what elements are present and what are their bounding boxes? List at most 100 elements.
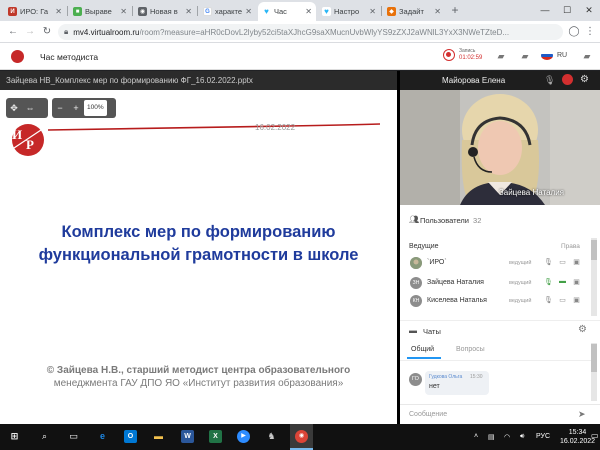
menu-icon[interactable]: ⋮ (583, 25, 597, 39)
slide-title: Комплекс мер по формированию функциональ… (0, 221, 397, 267)
new-tab-button[interactable]: + (448, 3, 462, 17)
tab-close-icon[interactable]: ✕ (434, 7, 441, 16)
message-author[interactable]: Гудкова Ольга (429, 374, 462, 380)
profile-icon[interactable]: ◯ (567, 25, 581, 39)
record-icon[interactable] (443, 49, 455, 61)
language-selector[interactable]: RU (557, 52, 567, 59)
maximize-button[interactable]: ☐ (556, 0, 578, 21)
tab-favicon-icon: ◉ (138, 7, 147, 16)
app-icon[interactable]: ♞ (265, 430, 278, 443)
settings-icon[interactable]: ⚙ (580, 74, 589, 85)
input-language[interactable]: РУС (536, 433, 550, 440)
participant-row[interactable]: КН Киселева Наталья ведущий 🎙︎ ▭ ▣ (400, 294, 595, 310)
participant-row[interactable]: ЗН Зайцева Наталия ведущий 🎙︎ ▬ ▣ (400, 276, 595, 292)
chat-header: ▬ Чаты ⚙ (400, 320, 600, 340)
file-explorer-icon[interactable]: ▬ (152, 430, 165, 443)
zoom-level[interactable]: 100% (84, 100, 107, 116)
tab-title: Новая в (150, 7, 178, 16)
tab-close-icon[interactable]: ✕ (120, 7, 127, 16)
network-icon[interactable]: ▤ (488, 433, 495, 441)
user-menu-icon[interactable]: ▰ (582, 51, 592, 61)
tab-close-icon[interactable]: ✕ (185, 7, 192, 16)
message-text: нет (429, 383, 440, 390)
mic-off-icon[interactable]: 🎙︎ (544, 75, 555, 86)
system-clock[interactable]: 15:34 16.02.2022 (560, 428, 595, 446)
screen-share-icon[interactable]: ▣ (572, 296, 581, 306)
mic-on-icon[interactable]: 🎙︎ (544, 278, 553, 288)
russian-flag-icon[interactable] (541, 51, 553, 60)
move-icon[interactable]: ✥ (6, 103, 22, 114)
task-view-icon[interactable]: ▭ (67, 430, 80, 443)
tab-favicon-icon: ■ (73, 7, 82, 16)
browser-tab[interactable]: ◉ Новая в ✕ (134, 2, 196, 21)
tab-close-icon[interactable]: ✕ (305, 7, 312, 16)
chat-message: Гудкова Ольга 15:30 нет (425, 371, 489, 395)
browser-tab[interactable]: G характе ✕ (199, 2, 256, 21)
notification-icon[interactable]: ▰ (520, 51, 530, 61)
browser-tab[interactable]: ◆ Задайт ✕ (383, 2, 445, 21)
participants-scroll-thumb[interactable] (591, 240, 597, 260)
screen-share-icon[interactable]: ▣ (572, 278, 581, 288)
chat-icon: ▬ (409, 326, 417, 335)
participant-row[interactable]: `ИРО` ведущий 🎙︎ ▭ ▣ (400, 256, 595, 272)
record-label: Запись (459, 48, 476, 54)
fit-width-icon[interactable]: ⇔ (22, 103, 38, 113)
tab-favicon-icon: G (203, 7, 212, 16)
notifications-icon[interactable]: ▭ (591, 431, 599, 440)
zoom-icon[interactable]: ▶ (237, 430, 250, 443)
minimize-button[interactable]: — (534, 0, 556, 21)
browser-tab[interactable]: ♥ Настро ✕ (318, 2, 380, 21)
participants-header[interactable]: Пользователи 32 (400, 215, 590, 231)
presentation-slide: ✥ ⇔ − + 100% И Р 16.02.2022 Комплекс мер… (0, 90, 397, 424)
mic-off-icon[interactable]: 🎙︎ (544, 296, 553, 306)
zoom-in-button[interactable]: + (68, 103, 84, 113)
screen-share-icon[interactable]: ▣ (572, 258, 581, 268)
camera-off-icon[interactable]: ▭ (558, 296, 567, 306)
forward-icon[interactable]: → (23, 25, 37, 39)
tab-questions[interactable]: Вопросы (456, 346, 485, 353)
avatar (410, 257, 422, 269)
slide-author: © Зайцева Н.В., старший методист центра … (0, 364, 397, 390)
chrome-icon[interactable]: ◉ (295, 430, 308, 443)
tab-close-icon[interactable]: ✕ (55, 7, 62, 16)
camera-off-icon[interactable] (562, 74, 573, 85)
outlook-icon[interactable]: O (124, 430, 137, 443)
clock-date: 16.02.2022 (560, 438, 596, 445)
tab-general-chat[interactable]: Общий (411, 346, 434, 353)
close-window-button[interactable]: ✕ (578, 0, 600, 21)
back-icon[interactable]: ← (6, 25, 20, 39)
chat-settings-icon[interactable]: ⚙ (578, 324, 587, 335)
reload-icon[interactable]: ↻ (40, 25, 54, 39)
tab-close-icon[interactable]: ✕ (245, 7, 252, 16)
slide-decor-line (48, 123, 381, 131)
search-icon[interactable]: ⌕ (38, 430, 51, 443)
word-icon[interactable]: W (181, 430, 194, 443)
zoom-out-button[interactable]: − (52, 103, 68, 113)
camera-off-icon[interactable]: ▭ (558, 258, 567, 268)
edge-icon[interactable]: e (96, 430, 109, 443)
send-icon[interactable]: ➤ (578, 409, 586, 420)
avatar: КН (410, 295, 422, 307)
windows-start-icon[interactable]: ⊞ (8, 430, 21, 443)
folder-icon[interactable]: ▰ (496, 51, 506, 61)
chat-scroll-thumb[interactable] (591, 344, 597, 372)
mic-off-icon[interactable]: 🎙︎ (544, 258, 553, 268)
camera-on-icon[interactable]: ▬ (558, 278, 567, 288)
message-input[interactable]: Сообщение (409, 411, 447, 418)
volume-icon[interactable]: 🔊︎ (520, 433, 524, 441)
browser-tab-active[interactable]: ♥ Час ✕ (258, 2, 316, 21)
iro-logo-icon: И Р (12, 124, 45, 156)
tray-expand-icon[interactable]: ˄ (474, 433, 478, 440)
browser-tab[interactable]: ■ Выраве ✕ (69, 2, 131, 21)
tab-close-icon[interactable]: ✕ (369, 7, 376, 16)
wifi-icon[interactable]: ◠ (504, 433, 510, 441)
tab-favicon-icon: ♥ (262, 7, 271, 16)
record-timer: 01:02:59 (459, 55, 483, 61)
tab-favicon-icon: ◆ (387, 7, 396, 16)
address-bar[interactable]: 🔒︎ mv4.virtualroom.ru /room?measure=aHR0… (58, 24, 563, 40)
avatar: ЗН (410, 277, 422, 289)
browser-tab[interactable]: И ИРО: Га ✕ (4, 2, 66, 21)
excel-icon[interactable]: X (209, 430, 222, 443)
slide-author-line: менеджмента ГАУ ДПО ЯО «Институт развити… (53, 378, 344, 389)
participants-count: 32 (473, 216, 482, 225)
